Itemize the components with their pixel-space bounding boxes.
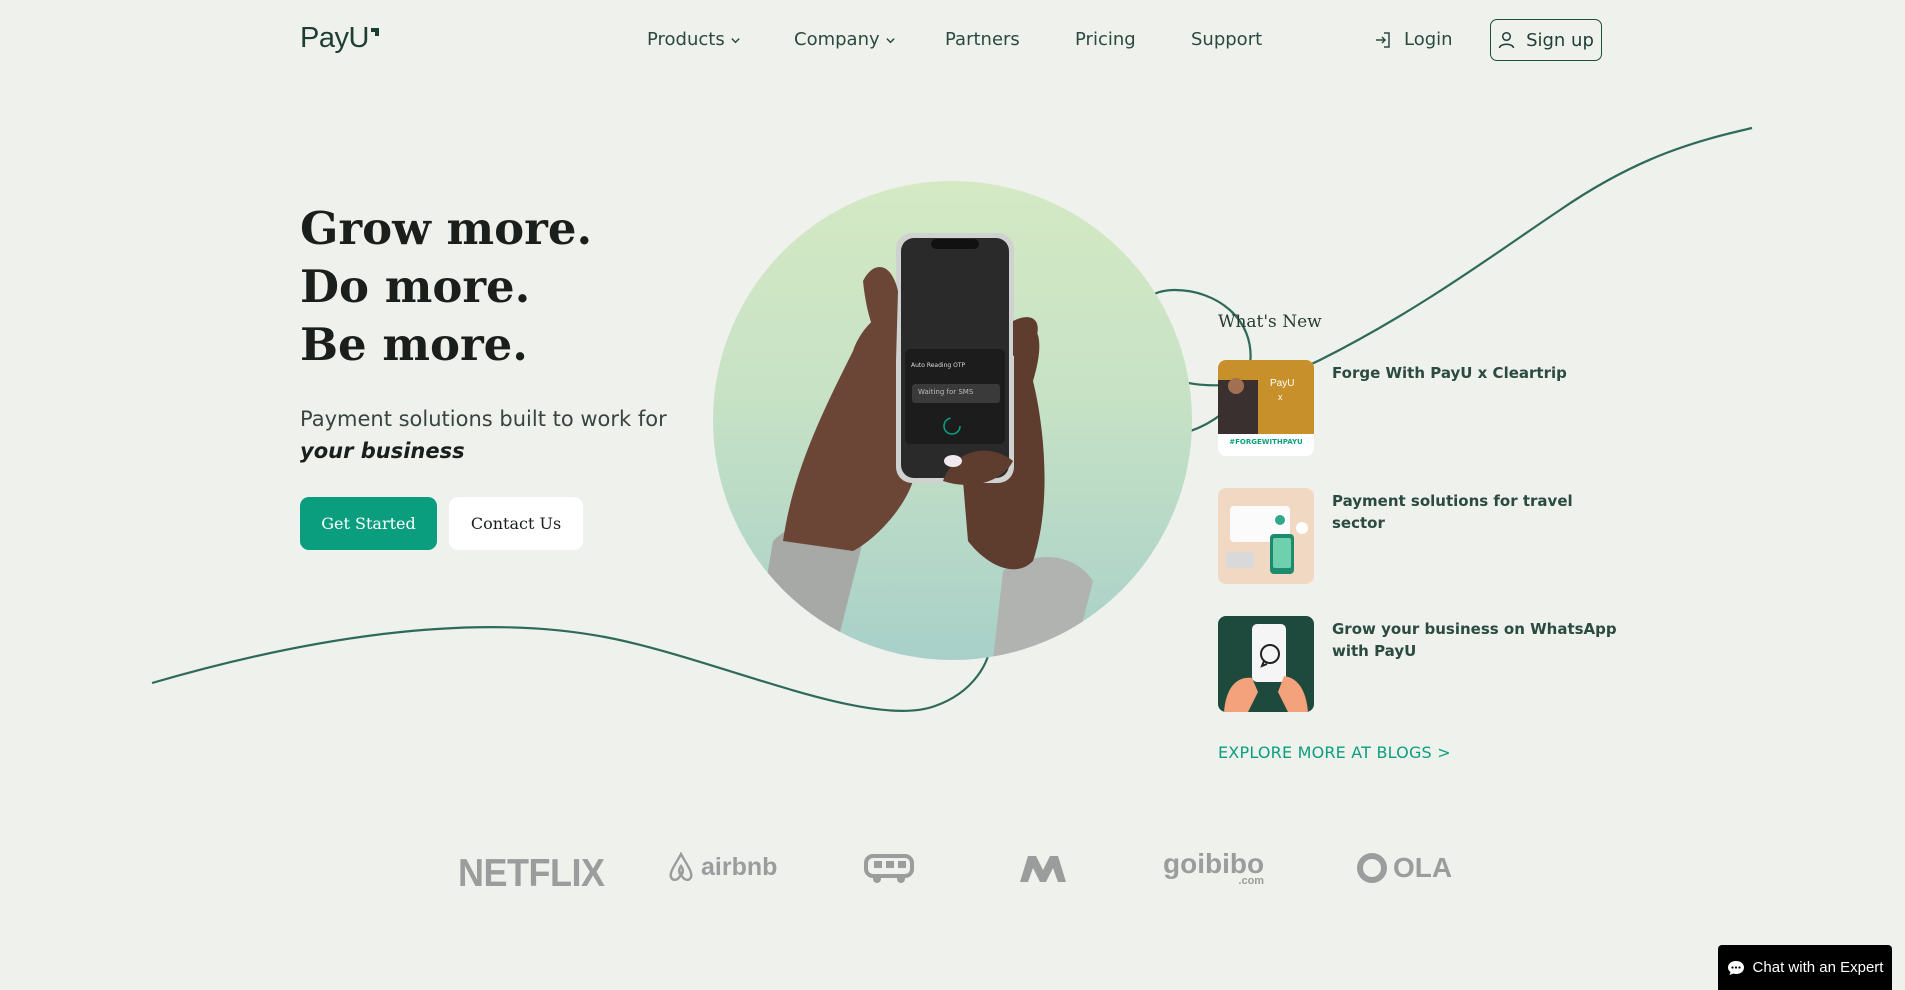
chat-with-expert-button[interactable]: Chat with an Expert — [1718, 945, 1892, 990]
subtext-prefix: Payment solutions built to work for — [300, 407, 667, 431]
news-item-title: Payment solutions for travel sector — [1332, 492, 1573, 532]
signup-button[interactable]: Sign up — [1490, 19, 1602, 61]
thumb-caption: #FORGEWITHPAYU — [1229, 438, 1303, 446]
news-item-title: Grow your business on WhatsApp with PayU — [1332, 620, 1617, 660]
airbnb-logo-text: airbnb — [701, 852, 778, 881]
hero-subtext: Payment solutions built to work for your… — [300, 403, 700, 467]
whatsapp-illustration — [1224, 624, 1308, 712]
hands-phone-illustration — [753, 233, 1093, 660]
phone-otp-field: Waiting for SMS — [918, 388, 974, 396]
goibibo-logo-suffix: .com — [1238, 875, 1265, 887]
bus-logo-icon — [864, 852, 914, 884]
myntra-logo-icon — [1018, 852, 1068, 884]
nav-company-label: Company — [794, 29, 880, 50]
login-link[interactable]: Login — [1374, 28, 1453, 52]
news-item[interactable]: PayU x #FORGEWITHPAYU Forge With PayU x … — [1218, 360, 1608, 456]
ola-icon — [1357, 853, 1387, 883]
netflix-logo: NETFLIX — [458, 850, 605, 895]
nav-support-label: Support — [1191, 29, 1263, 50]
nav-products[interactable]: Products — [647, 28, 741, 52]
hero-illustration: Auto Reading OTP Waiting for SMS — [713, 181, 1192, 660]
logo-dots-icon — [369, 26, 379, 56]
travel-illustration — [1226, 506, 1308, 574]
news-item-title: Forge With PayU x Cleartrip — [1332, 364, 1567, 382]
subtext-emphasis: your business — [300, 439, 465, 463]
nav-company[interactable]: Company — [794, 28, 896, 52]
chevron-down-icon — [731, 37, 740, 43]
news-thumbnail — [1218, 616, 1314, 712]
ola-logo-text: OLA — [1393, 852, 1453, 883]
signup-label: Sign up — [1526, 29, 1594, 51]
explore-blogs-link[interactable]: EXPLORE MORE AT BLOGS > — [1218, 743, 1451, 762]
goibibo-logo-text: goibibo — [1163, 848, 1265, 879]
news-item[interactable]: Grow your business on WhatsApp with PayU — [1218, 616, 1617, 712]
headline-line-2: Do more. — [300, 260, 531, 313]
headline-line-1: Grow more. — [300, 202, 593, 255]
nav-pricing[interactable]: Pricing — [1075, 28, 1136, 52]
headline-line-3: Be more. — [300, 318, 528, 371]
ola-logo: OLA — [1356, 852, 1452, 884]
nav-partners[interactable]: Partners — [945, 28, 1020, 52]
chevron-down-icon — [885, 37, 895, 43]
news-thumbnail — [1218, 488, 1314, 584]
nav-pricing-label: Pricing — [1075, 29, 1136, 50]
user-icon — [1498, 31, 1515, 49]
chat-label: Chat with an Expert — [1752, 959, 1884, 976]
hero-headline: Grow more. Do more. Be more. — [300, 200, 592, 374]
login-icon — [1376, 32, 1390, 48]
get-started-button[interactable]: Get Started — [300, 497, 437, 550]
logo-text: PayU — [300, 22, 369, 54]
airbnb-icon — [669, 852, 693, 882]
thumb-logo-text: PayU — [1270, 378, 1295, 389]
thumb-x-text: x — [1278, 392, 1283, 402]
news-thumbnail: PayU x #FORGEWITHPAYU — [1218, 360, 1314, 456]
payu-logo[interactable]: PayU — [300, 20, 379, 56]
goibibo-logo: goibibo .com — [1163, 848, 1265, 887]
news-item[interactable]: Payment solutions for travel sector — [1218, 488, 1608, 584]
chat-icon — [1727, 960, 1744, 975]
phone-otp-title: Auto Reading OTP — [911, 362, 966, 369]
login-label: Login — [1404, 29, 1453, 50]
nav-partners-label: Partners — [945, 29, 1020, 50]
contact-us-button[interactable]: Contact Us — [449, 497, 583, 550]
airbnb-logo: airbnb — [667, 852, 777, 882]
nav-support[interactable]: Support — [1191, 28, 1262, 52]
nav-products-label: Products — [647, 29, 725, 50]
whats-new-title: What's New — [1218, 312, 1322, 332]
